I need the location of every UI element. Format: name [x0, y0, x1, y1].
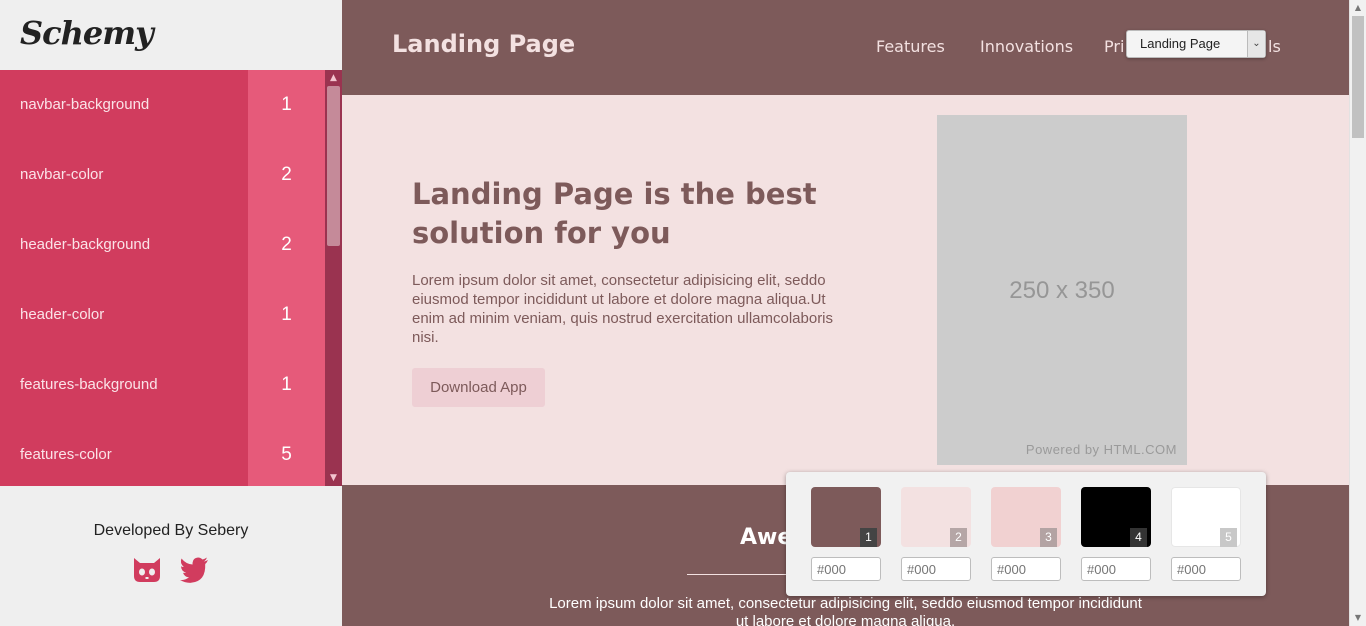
variable-name: features-color: [20, 446, 112, 463]
features-text: Lorem ipsum dolor sit amet, consectetur …: [549, 595, 1142, 626]
features-title: Awe: [740, 525, 793, 550]
scroll-down-arrow-icon[interactable]: ▼: [325, 470, 342, 486]
variable-name: navbar-background: [20, 96, 150, 113]
download-app-button[interactable]: Download App: [412, 368, 545, 407]
color-swatch-1[interactable]: 1: [811, 487, 881, 547]
swatch-index-badge: 1: [860, 528, 877, 547]
scroll-down-arrow-icon[interactable]: ▼: [1350, 610, 1366, 626]
variable-value[interactable]: 1: [248, 70, 325, 140]
chevron-down-icon[interactable]: ⌄: [1247, 31, 1265, 57]
logo: Schemy: [20, 14, 154, 52]
sidebar-scrollbar[interactable]: ▲ ▼: [325, 70, 342, 486]
template-select-value: Landing Page: [1140, 36, 1221, 51]
variable-name: features-background: [20, 376, 158, 393]
swatch-index-badge: 5: [1220, 528, 1237, 547]
navbar: Landing Page Features Innovations Pri ls…: [342, 0, 1349, 95]
color-palette-panel: 1 2 3 4 5: [786, 472, 1266, 596]
color-swatch-2[interactable]: 2: [901, 487, 971, 547]
color-swatch-4[interactable]: 4: [1081, 487, 1151, 547]
variable-value[interactable]: 1: [248, 280, 325, 350]
variable-value[interactable]: 5: [248, 420, 325, 486]
variable-name: header-color: [20, 306, 105, 323]
variable-list: navbar-background 1 navbar-color 2 heade…: [0, 70, 342, 486]
hex-input-2[interactable]: [901, 557, 971, 581]
brand[interactable]: Landing Page: [392, 30, 575, 58]
developed-by-text: Developed By Sebery: [93, 522, 249, 539]
hero-section: Landing Page is the best solution for yo…: [342, 95, 1349, 485]
social-links: [130, 552, 220, 586]
page-scrollbar-thumb[interactable]: [1352, 16, 1364, 138]
color-swatch-3[interactable]: 3: [991, 487, 1061, 547]
hero-title: Landing Page is the best solution for yo…: [412, 177, 817, 250]
twitter-icon[interactable]: [177, 552, 211, 586]
scrollbar-thumb[interactable]: [327, 86, 340, 246]
nav-link-pricing[interactable]: Pri: [1104, 37, 1124, 56]
swatch-index-badge: 2: [950, 528, 967, 547]
placeholder-credit: Powered by HTML.COM: [1025, 442, 1177, 457]
variable-value[interactable]: 1: [248, 350, 325, 420]
scroll-up-arrow-icon[interactable]: ▲: [1350, 0, 1366, 16]
template-select[interactable]: Landing Page ⌄: [1126, 30, 1266, 58]
scroll-up-arrow-icon[interactable]: ▲: [325, 70, 342, 86]
nav-link-features[interactable]: Features: [876, 37, 945, 56]
page-scrollbar[interactable]: ▲ ▼: [1349, 0, 1366, 626]
hero-text: Lorem ipsum dolor sit amet, consectetur …: [412, 272, 834, 346]
hex-input-5[interactable]: [1171, 557, 1241, 581]
nav-link-innovations[interactable]: Innovations: [980, 37, 1073, 56]
hex-input-3[interactable]: [991, 557, 1061, 581]
variable-value[interactable]: 2: [248, 210, 325, 280]
variable-name: navbar-color: [20, 166, 104, 183]
github-icon[interactable]: [130, 552, 164, 586]
variable-name: header-background: [20, 236, 151, 253]
swatch-index-badge: 4: [1130, 528, 1147, 547]
color-swatch-5[interactable]: 5: [1171, 487, 1241, 547]
placeholder-image: 250 x 350 Powered by HTML.COM: [937, 115, 1187, 465]
hex-input-1[interactable]: [811, 557, 881, 581]
nav-link-partial[interactable]: ls: [1268, 37, 1281, 56]
sidebar: Schemy navbar-background 1 navbar-color …: [0, 0, 342, 626]
placeholder-size-label: 250 x 350: [1009, 277, 1115, 304]
hex-input-4[interactable]: [1081, 557, 1151, 581]
variable-value[interactable]: 2: [248, 140, 325, 210]
swatch-index-badge: 3: [1040, 528, 1057, 547]
